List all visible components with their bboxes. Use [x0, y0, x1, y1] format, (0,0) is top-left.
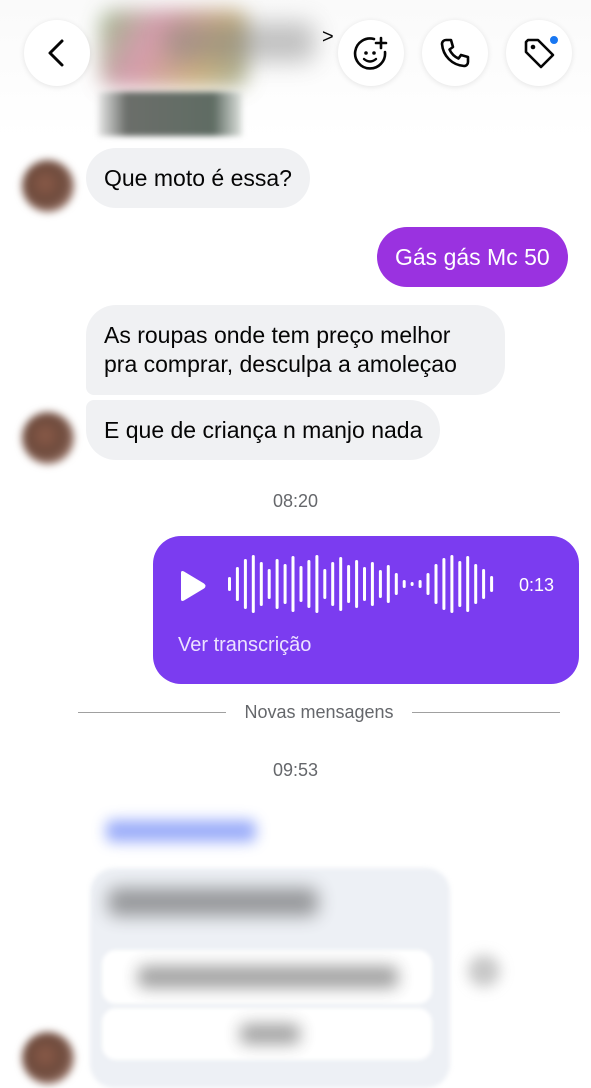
contact-avatar-small[interactable] — [22, 160, 74, 212]
waveform-bar — [275, 559, 279, 609]
voice-message[interactable]: 0:13 Ver transcrição — [153, 536, 579, 684]
card-secondary-button-label — [240, 1024, 300, 1044]
waveform-bar — [331, 562, 335, 606]
play-icon[interactable] — [177, 570, 207, 602]
waveform-bar — [378, 570, 382, 598]
contact-avatar-small[interactable] — [22, 412, 74, 464]
message-text: As roupas onde tem preço melhor pra comp… — [104, 322, 457, 377]
waveform-bar — [251, 555, 255, 613]
sticker-plus-icon — [353, 36, 388, 70]
waveform-bar — [410, 582, 414, 586]
phone-icon — [440, 38, 470, 68]
waveform-bar — [434, 564, 438, 604]
waveform-bar — [402, 580, 406, 588]
conversation-header: > — [0, 0, 591, 140]
message-text: Que moto é essa? — [104, 164, 292, 191]
waveform-bar — [243, 559, 247, 609]
incoming-message[interactable]: Que moto é essa? — [86, 148, 310, 208]
waveform-bar — [283, 564, 287, 604]
new-messages-divider: Novas mensagens — [78, 701, 560, 723]
waveform-bar — [323, 569, 327, 599]
audio-waveform[interactable] — [227, 554, 497, 614]
waveform-bar — [458, 561, 462, 607]
waveform-bar — [370, 562, 374, 606]
back-button[interactable] — [24, 20, 90, 86]
message-text: Gás gás Mc 50 — [395, 243, 550, 270]
waveform-bar — [386, 565, 390, 603]
forward-icon[interactable] — [468, 955, 500, 987]
waveform-bar — [228, 577, 231, 591]
notification-dot — [548, 34, 560, 46]
divider-label: Novas mensagens — [244, 701, 394, 722]
card-link[interactable] — [106, 820, 256, 842]
waveform-bar — [394, 573, 398, 595]
waveform-bar — [235, 567, 239, 601]
waveform-bar — [482, 569, 486, 599]
waveform-bar — [315, 555, 319, 613]
waveform-bar — [450, 555, 454, 613]
waveform-bar — [363, 567, 366, 601]
waveform-bar — [299, 566, 303, 602]
blurred-template-message[interactable] — [80, 798, 480, 1088]
outgoing-message[interactable]: Gás gás Mc 50 — [377, 227, 568, 287]
waveform-bar — [307, 560, 311, 608]
waveform-bar — [490, 576, 494, 592]
tag-button[interactable] — [506, 20, 572, 86]
message-text: E que de criança n manjo nada — [104, 416, 423, 443]
message-timestamp: 09:53 — [272, 760, 319, 780]
divider-line — [78, 711, 227, 713]
incoming-message[interactable]: As roupas onde tem preço melhor pra comp… — [86, 305, 505, 395]
card-title — [108, 888, 318, 916]
waveform-bar — [347, 565, 351, 603]
chevron-left-icon — [48, 39, 64, 67]
contact-status — [98, 92, 242, 136]
waveform-bar — [466, 556, 470, 612]
call-button[interactable] — [422, 20, 488, 86]
divider-line — [411, 711, 560, 713]
card-primary-button-label — [138, 966, 398, 988]
waveform-bar — [442, 558, 446, 610]
message-timestamp: 08:20 — [272, 491, 319, 511]
waveform-bar — [426, 573, 430, 595]
waveform-bar — [259, 562, 263, 606]
voice-duration: 0:13 — [519, 575, 555, 595]
contact-name[interactable] — [165, 22, 315, 62]
waveform-bar — [474, 564, 478, 604]
contact-avatar-small[interactable] — [22, 1032, 74, 1084]
waveform-bar — [267, 569, 271, 599]
sticker-button[interactable] — [338, 20, 404, 86]
waveform-bar — [355, 560, 359, 608]
waveform-bar — [339, 557, 343, 611]
waveform-bar — [418, 580, 422, 588]
view-transcription-link[interactable]: Ver transcrição — [178, 634, 311, 657]
waveform-bar — [291, 556, 295, 612]
incoming-message[interactable]: E que de criança n manjo nada — [86, 400, 441, 460]
chevron-right-icon[interactable]: > — [322, 26, 334, 49]
